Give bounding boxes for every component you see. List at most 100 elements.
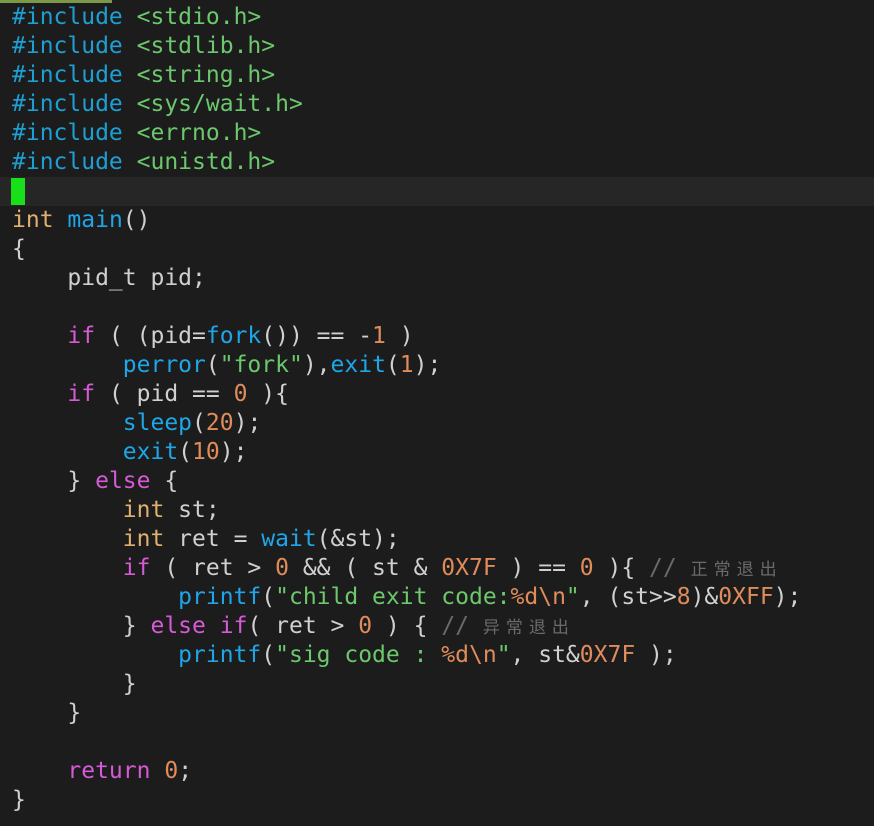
code-line[interactable]: #include <unistd.h> [0,148,874,177]
string-token: " [496,642,511,668]
function-token: sleep [122,410,193,436]
code-text: ); [413,352,442,378]
code-line[interactable] [0,293,874,322]
code-editor[interactable]: #include <stdio.h> #include <stdlib.h> #in… [0,0,874,826]
code-line[interactable]: } else { [0,467,874,496]
code-line[interactable]: sleep(20); [0,409,874,438]
code-text: ( ret > [150,555,276,581]
code-line[interactable]: int ret = wait(&st); [0,525,874,554]
code-line[interactable]: if ( ret > 0 && ( st & 0X7F ) == 0 ){ //… [0,554,874,583]
code-line[interactable]: exit(10); [0,438,874,467]
code-text: ) == [496,555,580,581]
code-line[interactable]: } [0,699,874,728]
text-cursor [11,178,25,205]
string-token: "child exit code: [275,584,511,610]
number-token: 0 [358,613,373,639]
code-line[interactable]: #include <errno.h> [0,119,874,148]
keyword-token: if [122,555,151,581]
code-line[interactable]: perror("fork"),exit(1); [0,351,874,380]
code-line[interactable]: #include <stdlib.h> [0,32,874,61]
code-line[interactable] [0,728,874,757]
code-line-content: int ret = wait(&st); [12,525,400,554]
code-text: ( [261,584,276,610]
code-line-content: if ( (pid=fork()) == -1 ) [12,322,413,351]
number-token: 0XFF [718,584,774,610]
code-line-content: #include <sys/wait.h> [12,90,303,119]
format-token: %d\n [510,584,566,610]
function-token: printf [178,642,262,668]
keyword-token: if [67,323,96,349]
code-line-content: int st; [12,496,220,525]
code-line[interactable]: printf("sig code : %d\n", st&0X7F ); [0,641,874,670]
code-text: () [122,207,151,233]
code-line[interactable]: pid_t pid; [0,264,874,293]
header-token: <stdlib.h> [136,33,276,59]
code-text: , st& [510,642,580,668]
code-line[interactable]: #include <stdio.h> [0,3,874,32]
function-token: exit [122,439,179,465]
code-line[interactable]: #include <sys/wait.h> [0,90,874,119]
code-line-content: sleep(20); [12,409,262,438]
function-token: main [67,207,123,233]
code-text: } [12,468,96,494]
code-line[interactable]: int main() [0,206,874,235]
code-text: } [12,613,151,639]
function-token: exit [330,352,386,378]
code-line[interactable]: { [0,235,874,264]
code-text: , (st>> [579,584,677,610]
code-text: ( [178,439,193,465]
header-token: <unistd.h> [136,149,276,175]
preprocessor-token: #include [12,91,123,117]
preprocessor-token: #include [12,149,123,175]
keyword-token: if [219,613,248,639]
code-line-content: if ( pid == 0 ){ [12,380,289,409]
code-text: && ( st & [288,555,442,581]
number-token: 0X7F [441,555,497,581]
code-text: ) { [372,613,442,639]
code-text: { [12,236,26,262]
code-line-content: printf("sig code : %d\n", st&0X7F ); [12,641,677,670]
code-line[interactable]: return 0; [0,757,874,786]
code-line-content: perror("fork"),exit(1); [12,351,442,380]
comment-token: // [649,555,691,581]
code-line-content: } else { [12,467,178,496]
code-line-content: int main() [12,206,151,235]
code-line-content: exit(10); [12,438,248,467]
code-line[interactable]: } [0,670,874,699]
preprocessor-token: #include [12,62,123,88]
code-line-content: #include <string.h> [12,61,275,90]
code-line-content: #include <stdlib.h> [12,32,275,61]
code-text: ); [635,642,677,668]
code-line-content: return 0; [12,757,192,786]
code-text: ( ret > [247,613,359,639]
code-line[interactable]: } [0,786,874,815]
code-text: pid_t pid; [12,265,206,291]
code-text: ( [205,352,220,378]
type-token: int [122,526,165,552]
code-line-content: printf("child exit code:%d\n", (st>>8)&0… [12,583,801,612]
number-token: 0 [275,555,289,581]
code-text: ( [385,352,400,378]
code-line-content: if ( ret > 0 && ( st & 0X7F ) == 0 ){ //… [12,554,783,585]
code-line-content: } [12,699,81,728]
code-line[interactable]: int st; [0,496,874,525]
code-line-content: #include <errno.h> [12,119,261,148]
code-text: )& [690,584,719,610]
code-line[interactable]: if ( pid == 0 ){ [0,380,874,409]
code-line-content: { [12,235,26,264]
code-line[interactable]: if ( (pid=fork()) == -1 ) [0,322,874,351]
number-token: 8 [676,584,691,610]
code-line[interactable]: } else if( ret > 0 ) { // 异常退出 [0,612,874,641]
code-line[interactable] [0,177,874,206]
code-line[interactable]: #include <string.h> [0,61,874,90]
code-line[interactable]: printf("child exit code:%d\n", (st>>8)&0… [0,583,874,612]
